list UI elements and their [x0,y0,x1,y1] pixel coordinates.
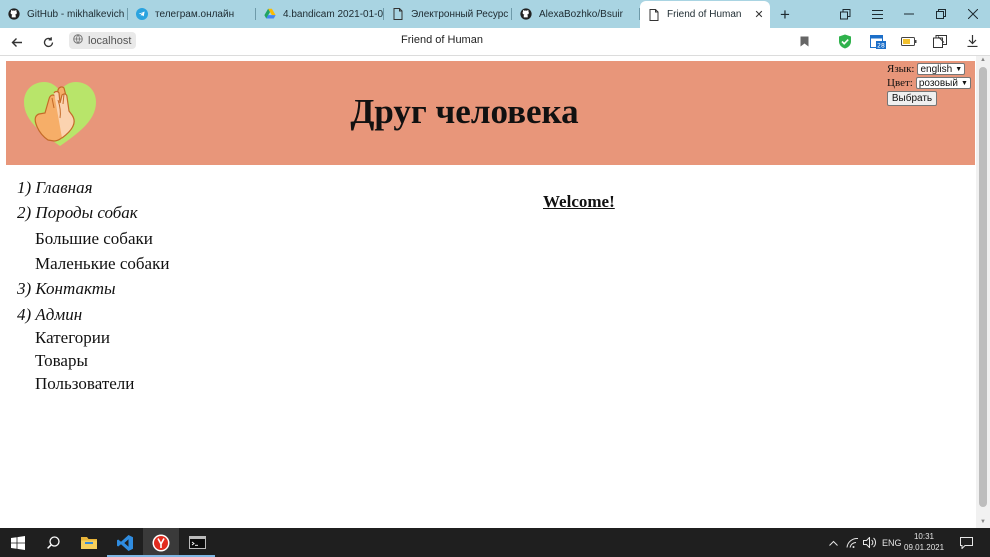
document-icon [648,8,660,21]
volume-icon[interactable] [863,528,876,557]
tab-friend-of-human[interactable]: Friend of Human ✕ [640,1,770,28]
chevron-down-icon: ▼ [955,65,963,73]
scroll-up-icon[interactable]: ▲ [979,57,987,63]
color-select[interactable]: розовый ▼ [915,77,971,89]
show-hidden-icons[interactable] [829,528,838,557]
download-icon[interactable] [964,33,980,49]
tab-bandicam[interactable]: 4.bandicam 2021-01-0 [256,0,384,28]
taskbar: ENG 10:31 09.01.2021 [0,528,990,557]
scrollbar-thumb[interactable] [979,67,987,507]
close-tab-icon[interactable]: ✕ [752,8,766,22]
github-icon [8,8,20,20]
tab-title: AlexaBozhko/Bsuir [539,8,623,20]
color-value: розовый [918,77,958,89]
vscode-icon[interactable] [107,528,143,557]
yandex-browser-icon[interactable] [143,528,179,557]
address-bar: localhost Friend of Human 28 [0,28,990,56]
page-viewport: Друг человека Язык: english ▼ Цвет: розо… [0,56,990,528]
menu-icon[interactable] [861,0,893,28]
svg-text:28: 28 [877,42,885,49]
language-row: Язык: english ▼ [887,62,975,76]
terminal-icon[interactable] [179,528,215,557]
google-drive-icon [264,8,276,20]
network-icon[interactable] [846,528,859,557]
battery-icon[interactable] [901,33,917,49]
menu-item-home[interactable]: 1) Главная [17,178,93,198]
chevron-down-icon: ▼ [960,79,968,87]
color-row: Цвет: розовый ▼ [887,76,975,90]
page-scrollbar[interactable]: ▲ ▼ [976,56,990,528]
notifications-icon[interactable] [960,528,973,557]
bookmark-icon[interactable] [796,33,812,49]
menu-item-products[interactable]: Товары [35,351,88,371]
menu-item-breeds[interactable]: 2) Породы собак [17,203,138,223]
settings-form: Язык: english ▼ Цвет: розовый ▼ Выбрать [887,62,975,106]
tab-title: GitHub - mikhalkevich [27,8,125,20]
tab-title: Электронный Ресурс [411,8,509,20]
tab-title: телеграм.онлайн [155,8,235,20]
page-title: Friend of Human [401,34,483,46]
menu-item-contacts[interactable]: 3) Контакты [17,279,116,299]
clock[interactable]: 10:31 09.01.2021 [904,531,944,553]
language-select[interactable]: english ▼ [917,63,966,75]
tab-title: 4.bandicam 2021-01-0 [283,8,384,20]
menu-item-big-dogs[interactable]: Большие собаки [35,229,153,249]
clock-time: 10:31 [913,532,935,541]
tab-telegram[interactable]: телеграм.онлайн [128,0,256,28]
site-title: Друг человека [350,92,579,131]
new-tab-button[interactable]: + [774,3,796,25]
menu-item-small-dogs[interactable]: Маленькие собаки [35,254,169,274]
telegram-icon [136,8,148,20]
protect-shield-icon[interactable] [837,33,853,49]
tab-electronic-resource[interactable]: Электронный Ресурс [384,0,512,28]
color-label: Цвет: [887,77,913,89]
tab-manager-icon[interactable] [829,0,861,28]
document-icon [392,8,404,20]
tab-github-mikhalkevich[interactable]: GitHub - mikhalkevich [0,0,128,28]
search-icon[interactable] [35,528,71,557]
site-header: Друг человека Язык: english ▼ Цвет: розо… [6,61,975,165]
tab-alexabozhko-bsuir[interactable]: AlexaBozhko/Bsuir [512,0,640,28]
submit-button[interactable]: Выбрать [887,91,937,106]
github-icon [520,8,532,20]
language-label: Язык: [887,63,915,75]
file-explorer-icon[interactable] [71,528,107,557]
collections-icon[interactable] [932,33,948,49]
menu-item-admin[interactable]: 4) Админ [17,305,82,325]
scroll-down-icon[interactable]: ▼ [979,519,987,525]
tab-title: Friend of Human [667,9,742,20]
minimize-icon[interactable] [893,0,925,28]
welcome-heading: Welcome! [543,192,615,211]
clock-date: 09.01.2021 [904,543,945,552]
menu-item-categories[interactable]: Категории [35,328,110,348]
menu-item-users[interactable]: Пользователи [35,374,134,394]
input-language[interactable]: ENG [882,528,902,557]
windows-start-icon[interactable] [0,528,36,557]
close-window-icon[interactable] [957,0,989,28]
language-value: english [920,63,953,75]
calendar-extension-icon[interactable]: 28 [870,33,886,49]
restore-icon[interactable] [925,0,957,28]
